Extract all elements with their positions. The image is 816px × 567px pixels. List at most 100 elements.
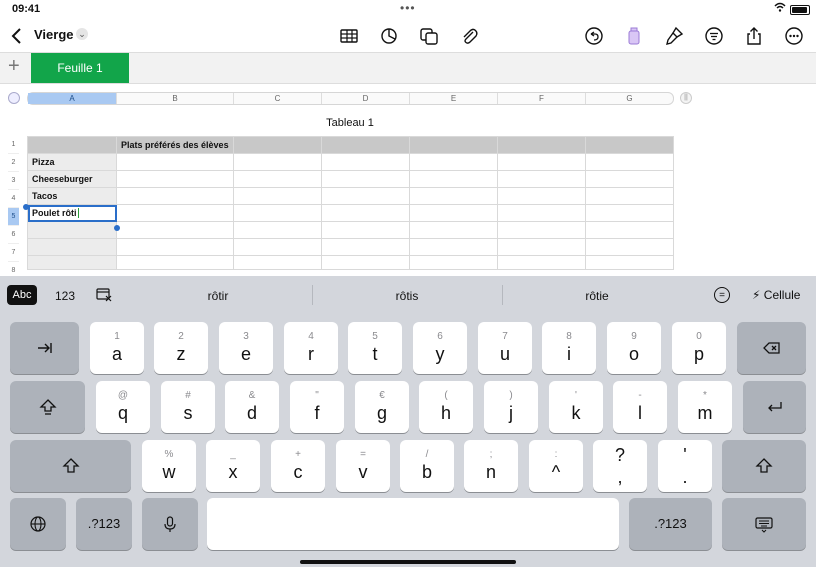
table-cell[interactable] — [409, 153, 498, 171]
organize-icon[interactable] — [703, 25, 725, 47]
table-cell[interactable] — [116, 238, 234, 256]
key-b[interactable]: / b — [400, 440, 454, 492]
tab-feuille-1[interactable]: Feuille 1 — [31, 53, 129, 83]
header-cell[interactable]: Plats préférés des élèves — [116, 136, 234, 154]
key-caret[interactable]: : ^ — [529, 440, 583, 492]
table-cell[interactable] — [497, 238, 586, 256]
row-header[interactable]: 2 — [8, 154, 19, 172]
table-cell[interactable] — [233, 255, 322, 270]
table-cell[interactable] — [116, 170, 234, 188]
table-cell[interactable] — [409, 255, 498, 270]
collaborate-icon[interactable] — [623, 25, 645, 47]
table-cell[interactable] — [585, 221, 674, 239]
selection-handle-top[interactable] — [23, 204, 29, 210]
table-cell[interactable] — [585, 187, 674, 205]
key-f[interactable]: " f — [290, 381, 344, 433]
shapes-icon[interactable] — [418, 25, 440, 47]
table-cell[interactable] — [497, 255, 586, 270]
table-cell[interactable] — [497, 187, 586, 205]
active-cell[interactable]: Poulet rôti — [27, 204, 117, 222]
table-cell[interactable] — [321, 136, 410, 154]
key-p[interactable]: 0p — [672, 322, 726, 374]
key-e[interactable]: 3e — [219, 322, 273, 374]
cell-actions-button[interactable]: ⚡ Cellule — [752, 288, 800, 302]
home-indicator[interactable] — [300, 560, 516, 564]
key-s[interactable]: # s — [161, 381, 215, 433]
key-c[interactable]: + c — [271, 440, 325, 492]
row-label-cell[interactable]: Pizza — [27, 153, 117, 171]
key-k[interactable]: ' k — [549, 381, 603, 433]
key-r[interactable]: 4r — [284, 322, 338, 374]
table-cell[interactable] — [116, 153, 234, 171]
numbers-key-left[interactable]: .?123 — [76, 498, 132, 550]
key-a[interactable]: 1a — [90, 322, 144, 374]
table-cell[interactable] — [233, 170, 322, 188]
row-header[interactable]: 8 — [8, 262, 19, 277]
table-cell[interactable] — [233, 153, 322, 171]
shift-key-left[interactable] — [10, 440, 131, 492]
key-w[interactable]: % w — [142, 440, 196, 492]
shift-key-right[interactable] — [722, 440, 806, 492]
table-cell[interactable] — [409, 187, 498, 205]
key-q[interactable]: @ q — [96, 381, 150, 433]
column-resize-handle-icon[interactable]: || — [680, 92, 692, 104]
column-header-bar[interactable]: A B C D E F G — [27, 92, 674, 105]
table-cell[interactable] — [409, 136, 498, 154]
row-label-cell[interactable] — [27, 238, 117, 256]
table-cell[interactable] — [497, 153, 586, 171]
table-cell[interactable] — [585, 255, 674, 270]
table-cell[interactable] — [233, 187, 322, 205]
key-d[interactable]: & d — [225, 381, 279, 433]
column-header[interactable]: A — [28, 93, 117, 104]
row-header[interactable]: 1 — [8, 136, 19, 154]
row-header[interactable]: 7 — [8, 244, 19, 262]
chart-icon[interactable] — [378, 25, 400, 47]
column-header[interactable]: F — [498, 93, 586, 104]
key-n[interactable]: ; n — [464, 440, 518, 492]
key-g[interactable]: € g — [355, 381, 409, 433]
table-cell[interactable] — [321, 238, 410, 256]
table-cell[interactable] — [27, 136, 117, 154]
keyboard-mode-123-button[interactable]: 123 — [55, 289, 75, 303]
table-cell[interactable] — [233, 238, 322, 256]
column-header[interactable]: G — [586, 93, 673, 104]
hide-keyboard-key[interactable] — [722, 498, 806, 550]
space-bar[interactable] — [207, 498, 619, 550]
prediction-suggestion[interactable]: rôtie — [537, 289, 657, 303]
key-period[interactable]: '. — [658, 440, 712, 492]
table-cell[interactable] — [409, 170, 498, 188]
table-cell[interactable] — [321, 221, 410, 239]
more-options-icon[interactable] — [783, 25, 805, 47]
column-header[interactable]: E — [410, 93, 498, 104]
key-z[interactable]: 2z — [154, 322, 208, 374]
key-i[interactable]: 8i — [542, 322, 596, 374]
table-cell[interactable] — [497, 136, 586, 154]
key-j[interactable]: ) j — [484, 381, 538, 433]
select-table-handle[interactable] — [8, 92, 20, 104]
prediction-suggestion[interactable]: rôtis — [347, 289, 467, 303]
clipboard-date-icon[interactable] — [96, 288, 112, 305]
multitasking-dots[interactable]: ••• — [400, 1, 416, 15]
key-t[interactable]: 5t — [348, 322, 402, 374]
key-u[interactable]: 7u — [478, 322, 532, 374]
back-chevron-icon[interactable] — [6, 25, 28, 47]
table-cell[interactable] — [321, 255, 410, 270]
title-chevron-down-icon[interactable]: ⌄ — [76, 28, 88, 40]
table-cell[interactable] — [116, 187, 234, 205]
table-cell[interactable] — [116, 255, 234, 270]
key-m[interactable]: * m — [678, 381, 732, 433]
table-cell[interactable] — [233, 136, 322, 154]
paperclip-icon[interactable] — [458, 25, 480, 47]
table-cell[interactable] — [585, 238, 674, 256]
row-header[interactable]: 3 — [8, 172, 19, 190]
dictation-key[interactable] — [142, 498, 198, 550]
table-cell[interactable] — [116, 221, 234, 239]
key-v[interactable]: = v — [336, 440, 390, 492]
key-o[interactable]: 9o — [607, 322, 661, 374]
table-cell[interactable] — [116, 204, 234, 222]
table-cell[interactable] — [409, 204, 498, 222]
add-sheet-button[interactable]: + — [8, 55, 20, 78]
row-label-cell[interactable] — [27, 255, 117, 270]
share-icon[interactable] — [743, 25, 765, 47]
table-cell[interactable] — [585, 170, 674, 188]
